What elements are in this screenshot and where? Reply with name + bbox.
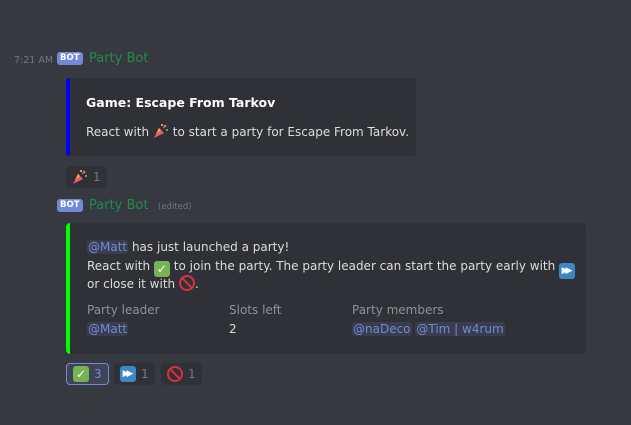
embed-text: React with [87,259,151,273]
user-mention[interactable]: @naDeco [352,322,412,336]
reaction-check-mark[interactable]: ✓ 3 [66,363,109,385]
user-mention[interactable]: @Tim | w4rum [415,322,505,336]
author-name[interactable]: Party Bot [89,198,148,213]
field-name-party-members: Party members [352,303,444,317]
embed-description-text: to start a party for Escape From Tarkov. [172,125,410,139]
white-check-mark-icon: ✓ [73,366,89,382]
embed-line-3: or close it with . [87,275,199,294]
author-name[interactable]: Party Bot [89,51,148,66]
bot-tag: BOT [57,199,83,212]
embed-text: to join the party. The party leader can … [173,259,556,273]
no-entry-sign-icon [178,275,195,291]
reaction-count: 1 [93,170,101,184]
reaction-fast-forward[interactable]: ▶▶ 1 [114,363,155,385]
party-launch-embed: @Matt has just launched a party! React w… [66,223,586,354]
party-popper-icon [153,124,169,138]
embed-text: has just launched a party! [131,240,290,254]
embed-text: or close it with [87,277,176,291]
reaction-count: 1 [188,367,196,381]
field-name-slots-left: Slots left [229,303,282,317]
chat-view: 7:21 AM BOT Party Bot Game: Escape From … [0,0,631,425]
reaction-party-popper[interactable]: 1 [66,166,107,188]
fast-forward-icon: ▶▶ [559,263,576,279]
field-value-party-members: @naDeco @Tim | w4rum [352,322,505,336]
edited-label: (edited) [158,202,192,212]
no-entry-sign-icon [167,366,183,382]
party-popper-icon [73,170,88,184]
reaction-count: 3 [94,367,102,381]
field-value-slots-left: 2 [229,322,237,336]
embed-color-bar [66,78,70,156]
user-mention[interactable]: @Matt [87,322,129,336]
embed-color-bar [66,223,70,354]
embed-text: . [194,277,199,291]
field-value-party-leader: @Matt [87,322,129,336]
embed-description: React with to start a party for Escape F… [86,123,409,142]
party-embed: Game: Escape From Tarkov React with to s… [66,78,416,156]
field-name-party-leader: Party leader [87,303,160,317]
user-mention[interactable]: @Matt [87,240,129,254]
bot-tag: BOT [57,52,83,65]
reaction-no-entry[interactable]: 1 [161,363,202,385]
embed-description-text: React with [86,125,150,139]
reaction-count: 1 [141,367,149,381]
fast-forward-icon: ▶▶ [120,366,136,382]
message-timestamp: 7:21 AM [14,55,54,66]
embed-title: Game: Escape From Tarkov [86,95,276,110]
embed-line-1: @Matt has just launched a party! [87,238,289,257]
